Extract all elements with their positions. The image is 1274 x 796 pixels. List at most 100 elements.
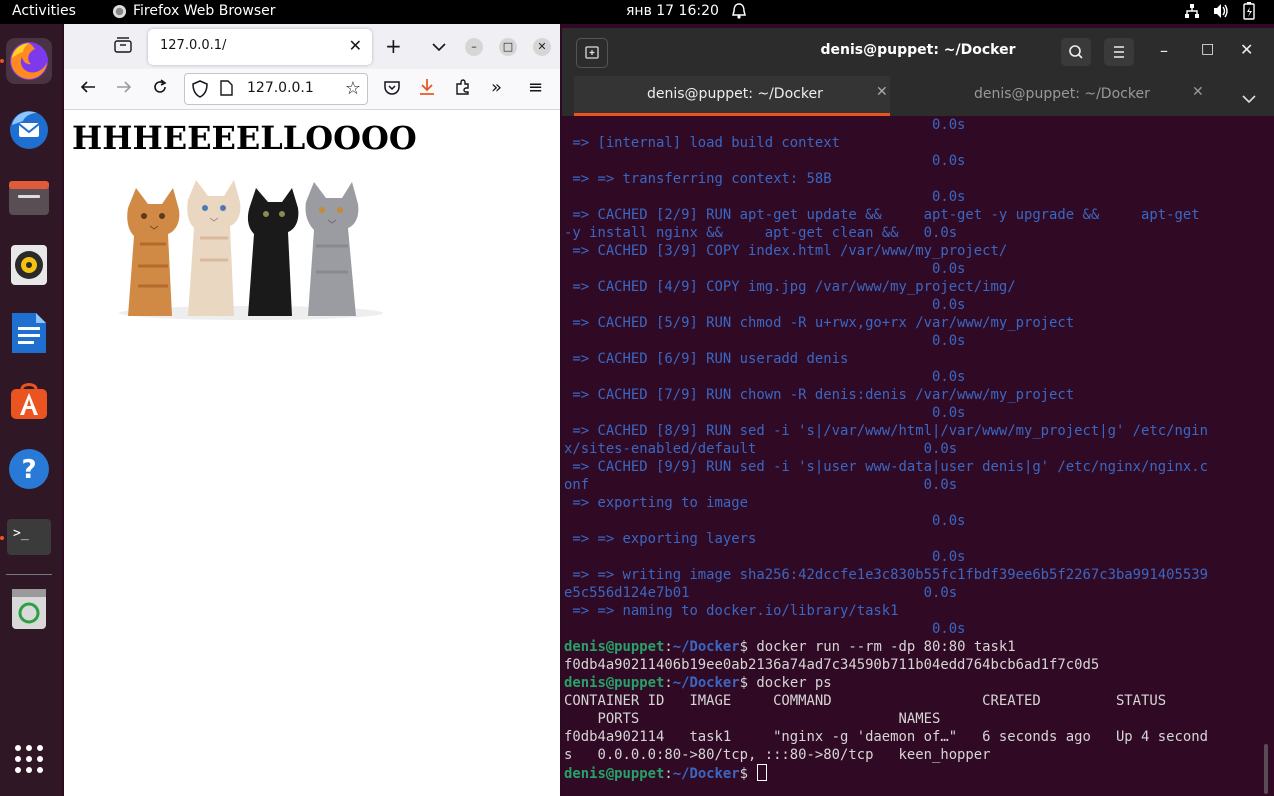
dock-rhythmbox[interactable] xyxy=(6,242,52,288)
kittens-image xyxy=(116,176,386,322)
tab-close-icon[interactable]: ✕ xyxy=(876,84,888,100)
new-tab-icon[interactable]: + xyxy=(385,34,402,58)
firefox-tab-bar: 127.0.0.1/ ✕ + – □ ✕ xyxy=(64,24,560,69)
terminal-line: 0.0s xyxy=(564,297,966,313)
dock-software[interactable] xyxy=(6,378,52,424)
terminal-header-bar: denis@puppet: ~/Docker – □ ✕ xyxy=(562,28,1274,76)
terminal-line: => => writing image sha256:42dccfe1e3c83… xyxy=(564,567,1208,583)
app-center-icon xyxy=(11,383,47,419)
clock[interactable]: янв 17 16:20 xyxy=(626,3,719,19)
kitten-black xyxy=(247,188,299,316)
terminal-line: => CACHED [9/9] RUN sed -i 's|user www-d… xyxy=(564,459,1208,475)
dock-trash[interactable] xyxy=(6,586,52,632)
terminal-line: => => transferring context: 58B xyxy=(564,171,832,187)
dock-help[interactable]: ? xyxy=(6,446,52,492)
url-bar[interactable]: 127.0.0.1 ☆ xyxy=(184,73,368,105)
maximize-button[interactable]: □ xyxy=(499,38,517,56)
dock-terminal[interactable]: >_ xyxy=(6,514,52,560)
terminal-tab-active[interactable]: denis@puppet: ~/Docker ✕ xyxy=(574,76,890,116)
maximize-button[interactable]: □ xyxy=(1201,41,1214,57)
thunderbird-icon xyxy=(10,111,48,149)
page-info-icon[interactable] xyxy=(220,80,233,100)
terminal-line: CONTAINER ID IMAGE COMMAND CREATED STATU… xyxy=(564,693,1167,709)
dock-writer[interactable] xyxy=(6,310,52,356)
trash-icon xyxy=(12,589,46,629)
volume-icon[interactable] xyxy=(1212,3,1230,23)
dock-files[interactable] xyxy=(6,174,52,220)
terminal-tab[interactable]: denis@puppet: ~/Docker ✕ xyxy=(902,76,1218,116)
help-icon: ? xyxy=(9,449,49,489)
files-icon xyxy=(9,181,49,215)
app-menu[interactable]: Firefox Web Browser xyxy=(133,3,276,19)
scrollbar[interactable] xyxy=(1264,744,1268,794)
overflow-chevrons-icon[interactable]: » xyxy=(491,77,502,98)
close-button[interactable]: ✕ xyxy=(533,38,551,56)
libreoffice-writer-icon xyxy=(12,313,46,353)
terminal-line: 0.0s xyxy=(564,369,966,385)
terminal-line: => CACHED [6/9] RUN useradd denis xyxy=(564,351,849,367)
dock-firefox[interactable] xyxy=(6,38,52,84)
kitten-orange xyxy=(127,188,180,316)
terminal-line: s 0.0.0.0:80->80/tcp, :::80->80/tcp keen… xyxy=(564,747,991,763)
show-apps-button[interactable] xyxy=(6,736,52,782)
dock-separator xyxy=(6,574,52,575)
terminal-line: denis@puppet:~/Docker$ docker ps xyxy=(564,675,832,691)
terminal-line: onf 0.0s xyxy=(564,477,958,493)
prompt-user-host: denis@puppet xyxy=(564,639,665,655)
terminal-icon: >_ xyxy=(7,519,51,555)
extensions-icon[interactable] xyxy=(455,79,471,99)
close-button[interactable]: ✕ xyxy=(1240,40,1253,59)
prompt-path: ~/Docker xyxy=(672,675,740,691)
tab-active[interactable]: 127.0.0.1/ ✕ xyxy=(148,29,372,65)
terminal-line: 0.0s xyxy=(564,405,966,421)
battery-icon[interactable] xyxy=(1243,2,1255,24)
svg-text:?: ? xyxy=(21,455,36,485)
search-button[interactable] xyxy=(1061,38,1091,66)
tab-overview-icon[interactable] xyxy=(114,37,132,57)
tab-close-icon[interactable]: ✕ xyxy=(349,36,362,55)
terminal-line: 0.0s xyxy=(564,549,966,565)
tab-list-chevron-icon[interactable] xyxy=(1242,89,1256,108)
firefox-nav-bar: 127.0.0.1 ☆ » ≡ xyxy=(64,69,560,110)
alarm-icon xyxy=(731,2,747,24)
tracking-shield-icon[interactable] xyxy=(192,80,208,102)
forward-arrow-icon[interactable] xyxy=(116,79,132,99)
tab-title: 127.0.0.1/ xyxy=(160,38,227,53)
terminal-line: -y install nginx && apt-get clean && 0.0… xyxy=(564,225,958,241)
terminal-line: denis@puppet:~/Docker$ xyxy=(564,764,1260,782)
terminal-output[interactable]: 0.0s => [internal] load build context 0.… xyxy=(564,116,1260,796)
pocket-icon[interactable] xyxy=(384,80,400,99)
minimize-button[interactable]: – xyxy=(465,38,483,56)
bookmark-star-icon[interactable]: ☆ xyxy=(345,78,361,99)
search-icon xyxy=(1069,45,1083,59)
cursor xyxy=(757,764,768,781)
downloads-icon[interactable] xyxy=(419,78,435,100)
terminal-line: 0.0s xyxy=(564,153,966,169)
terminal-line: => => exporting layers xyxy=(564,531,757,547)
tab-close-icon[interactable]: ✕ xyxy=(1192,84,1204,100)
terminal-line: 0.0s xyxy=(564,333,966,349)
terminal-line: f0db4a90211406b19ee0ab2136a74ad7c34590b7… xyxy=(564,657,1100,673)
minimize-button[interactable]: – xyxy=(1160,41,1168,60)
terminal-line: 0.0s xyxy=(564,513,966,529)
terminal-line: => [internal] load build context xyxy=(564,135,840,151)
menu-button[interactable] xyxy=(1104,38,1134,66)
prompt-path: ~/Docker xyxy=(672,639,740,655)
dock-thunderbird[interactable] xyxy=(6,106,52,152)
hamburger-menu-icon[interactable]: ≡ xyxy=(528,77,543,98)
url-text[interactable]: 127.0.0.1 xyxy=(247,80,314,96)
svg-text:>_: >_ xyxy=(13,526,29,541)
app-grid-icon xyxy=(15,745,43,773)
terminal-line: 0.0s xyxy=(564,621,966,637)
terminal-tab-bar: denis@puppet: ~/Docker ✕ denis@puppet: ~… xyxy=(562,76,1274,116)
firefox-icon xyxy=(10,42,48,80)
terminal-line: 0.0s xyxy=(564,189,966,205)
prompt-user-host: denis@puppet xyxy=(564,675,665,691)
back-arrow-icon[interactable] xyxy=(80,79,96,99)
network-icon[interactable] xyxy=(1184,3,1200,23)
terminal-line: => CACHED [4/9] COPY img.jpg /var/www/my… xyxy=(564,279,1016,295)
prompt-user-host: denis@puppet xyxy=(564,766,665,782)
activities-button[interactable]: Activities xyxy=(12,3,76,19)
tab-list-chevron-icon[interactable] xyxy=(432,37,446,56)
reload-icon[interactable] xyxy=(152,79,168,99)
